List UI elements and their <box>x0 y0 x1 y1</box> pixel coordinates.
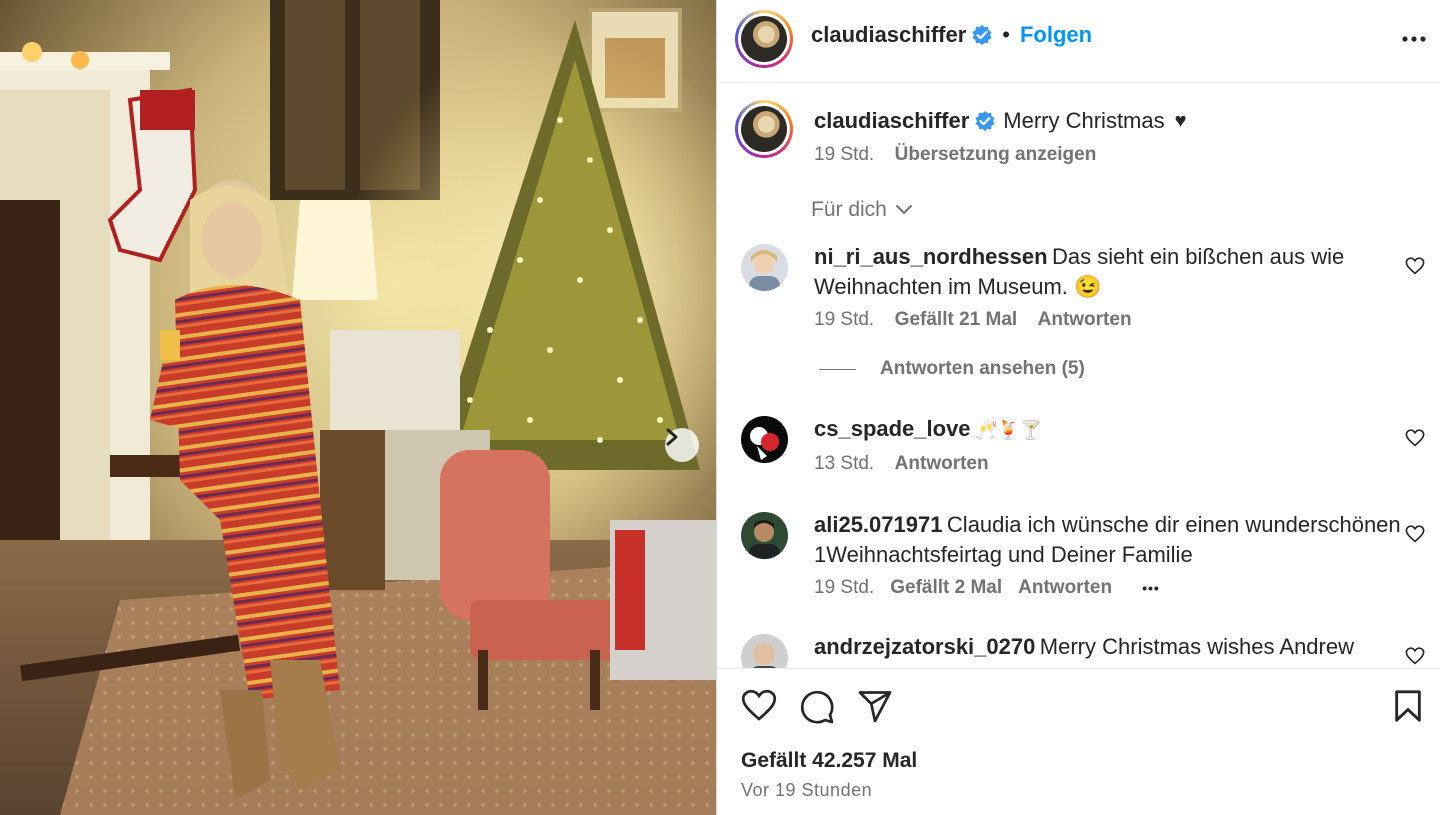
post-timestamp: Vor 19 Stunden <box>741 780 873 800</box>
post-actions-bar: Gefällt 42.257 Mal Vor 19 Stunden <box>717 668 1440 815</box>
comment-text: Merry Christmas wishes Andrew <box>1039 634 1354 659</box>
like-count[interactable]: Gefällt 42.257 Mal <box>741 749 917 773</box>
reply-button[interactable]: Antworten <box>1018 577 1112 599</box>
comment-likes-link[interactable]: Gefällt 2 Mal <box>890 577 1002 599</box>
post-detail-panel: claudiaschiffer • Folgen claudiaschiffer… <box>716 0 1440 815</box>
header-separator: • <box>1002 22 1010 47</box>
caption-heart-emoji: ♥ <box>1174 109 1187 132</box>
comment-time: 19 Std. <box>814 309 875 330</box>
comment-username[interactable]: cs_spade_love <box>814 416 971 441</box>
next-photo-button[interactable] <box>665 428 699 462</box>
bookmark-icon[interactable] <box>1393 689 1423 723</box>
comment-sort-dropdown[interactable]: Für dich <box>811 198 913 222</box>
heart-icon[interactable] <box>1405 257 1425 275</box>
comment-text: 🥂🍹🍸 <box>975 420 1043 440</box>
chevron-down-icon <box>895 205 912 215</box>
reply-button[interactable]: Antworten <box>1038 309 1132 330</box>
comment-username[interactable]: andrzejzatorski_0270 <box>814 634 1035 659</box>
verified-badge-icon <box>972 25 992 45</box>
view-replies-button[interactable]: Antworten ansehen (5) <box>820 358 1085 380</box>
paper-plane-icon[interactable] <box>857 689 893 723</box>
verified-badge-icon <box>975 111 995 131</box>
heart-icon[interactable] <box>1405 429 1425 447</box>
author-username[interactable]: claudiaschiffer <box>811 22 966 48</box>
reply-button[interactable]: Antworten <box>895 453 989 474</box>
view-replies-label: Antworten ansehen (5) <box>880 358 1085 379</box>
comment-more-options-icon[interactable]: ••• <box>1142 580 1160 596</box>
like-heart-icon[interactable] <box>741 689 777 722</box>
caption-avatar[interactable] <box>735 100 793 158</box>
replies-divider-line <box>820 368 856 370</box>
caption-text: Merry Christmas <box>1003 108 1165 133</box>
comment-username[interactable]: ni_ri_aus_nordhessen <box>814 244 1048 269</box>
heart-icon[interactable] <box>1405 525 1425 543</box>
chevron-right-icon <box>666 428 678 446</box>
comment-sort-label: Für dich <box>811 198 887 221</box>
comment-bubble-icon[interactable] <box>799 689 835 725</box>
comment-username[interactable]: ali25.071971 <box>814 512 942 537</box>
commenter-avatar[interactable] <box>741 244 788 291</box>
christmas-living-room-image <box>0 0 716 815</box>
post-header: claudiaschiffer • Folgen <box>717 0 1440 83</box>
comment-likes-link[interactable]: Gefällt 21 Mal <box>895 309 1018 330</box>
caption-time: 19 Std. <box>814 144 875 165</box>
heart-icon[interactable] <box>1405 647 1425 665</box>
post-photo[interactable] <box>0 0 716 815</box>
commenter-avatar[interactable] <box>741 512 788 559</box>
show-translation-link[interactable]: Übersetzung anzeigen <box>895 144 1097 165</box>
caption-username[interactable]: claudiaschiffer <box>814 108 969 134</box>
commenter-avatar[interactable] <box>741 416 788 463</box>
more-options-icon[interactable] <box>1401 30 1427 48</box>
author-avatar[interactable] <box>735 10 793 68</box>
follow-button[interactable]: Folgen <box>1020 22 1092 48</box>
comment-time: 19 Std. <box>814 577 875 598</box>
comment-time: 13 Std. <box>814 453 875 474</box>
